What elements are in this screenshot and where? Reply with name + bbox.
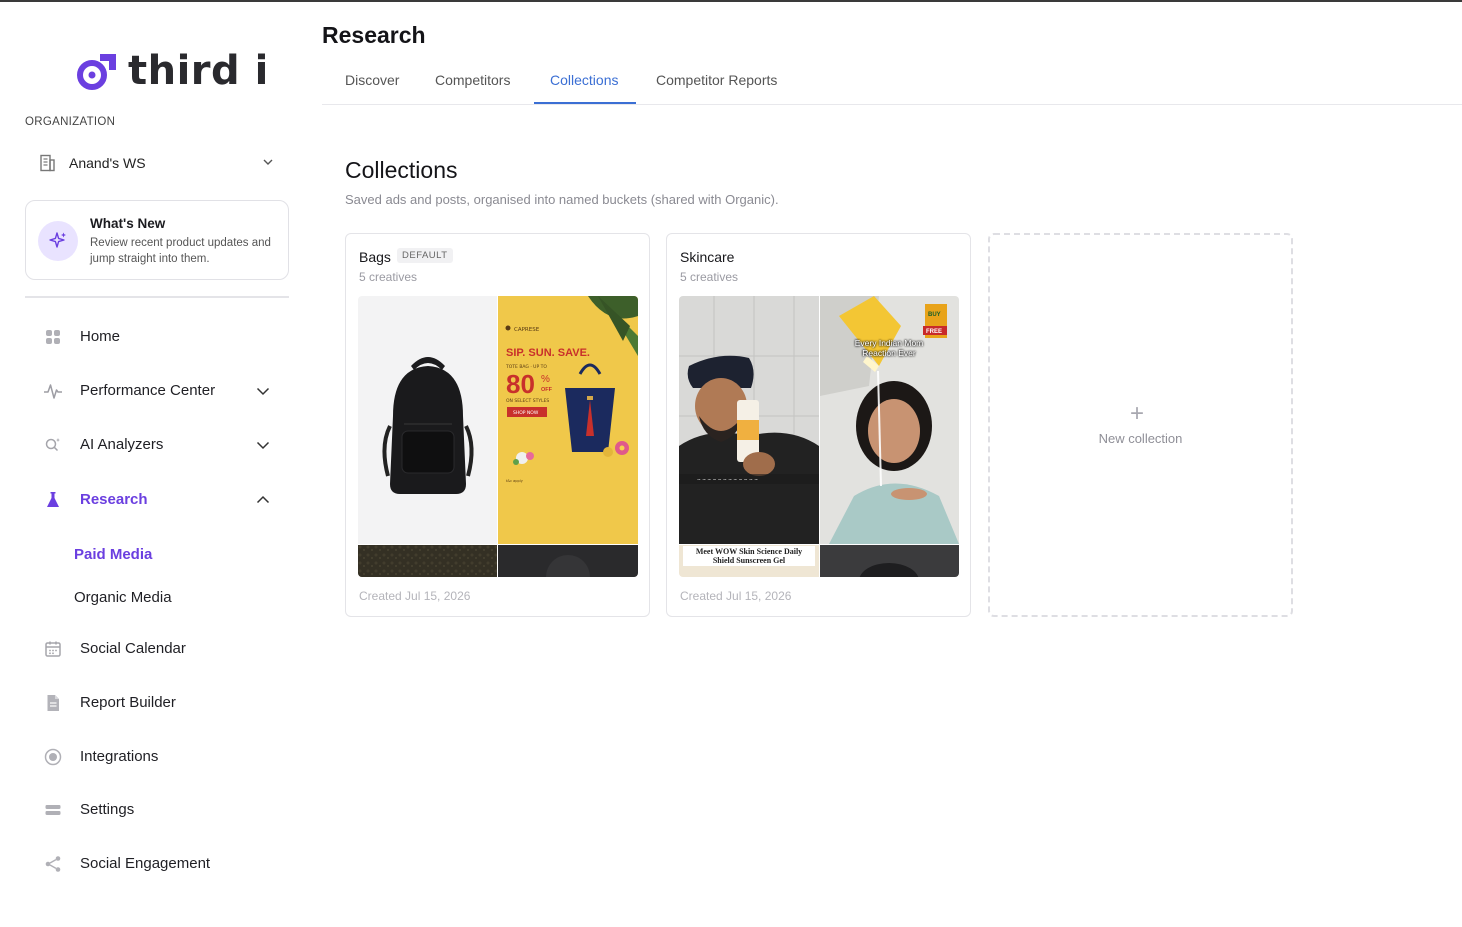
calendar-icon [45,641,61,657]
collection-card-bags[interactable]: Bags DEFAULT 5 creatives CAPRESE SIP. SU… [345,233,650,617]
skincare-thumbnail-grid: ~ ~ ~ ~ ~ ~ ~ ~ ~ ~ ~ ~ BUY FREE Every I… [679,296,959,577]
sidebar-item-label: Research [80,491,148,508]
product-caption-text: Meet WOW Skin Science Daily Shield Sunsc… [683,546,815,566]
flask-icon [47,492,59,507]
section-title: Collections [345,157,458,183]
sidebar: third i ORGANIZATION Anand's WS What's N… [0,2,310,927]
sidebar-item-research[interactable]: Research [25,479,289,519]
chevron-down-icon[interactable] [255,437,271,453]
document-icon [47,695,59,711]
tab-competitors[interactable]: Competitors [435,72,510,88]
collection-created-date: Created Jul 15, 2026 [359,589,471,603]
plus-icon: + [1130,400,1145,427]
tab-discover[interactable]: Discover [345,72,399,88]
sidebar-item-integrations[interactable]: Integrations [25,736,289,776]
grid-icon [46,330,60,344]
ad-cta-text: SHOP NOW [513,410,539,416]
new-collection-label: New collection [1098,431,1183,446]
active-tab-indicator [534,102,636,104]
ad-off-text: OFF [541,387,553,393]
sidebar-item-social-calendar[interactable]: Social Calendar [25,628,289,668]
tab-competitor-reports[interactable]: Competitor Reports [656,72,777,88]
whats-new-title: What's New [90,216,166,231]
new-collection-card[interactable]: + New collection [988,233,1293,617]
share-icon [45,856,61,872]
collection-count: 5 creatives [680,270,739,284]
collection-count: 5 creatives [359,270,418,284]
whats-new-description: Review recent product updates and jump s… [90,237,271,265]
target-icon [44,748,62,766]
organization-label: ORGANIZATION [25,116,116,128]
logo-mark-icon [77,54,116,90]
sidebar-item-ai-analyzers[interactable]: AI Analyzers [25,424,289,464]
logo[interactable]: third i [76,50,269,92]
collection-thumbnails: ~ ~ ~ ~ ~ ~ ~ ~ ~ ~ ~ ~ BUY FREE Every I… [679,296,959,577]
collection-name: Skincare [680,249,735,265]
chevron-up-icon[interactable] [255,492,271,508]
collection-card-skincare[interactable]: Skincare 5 creatives ~ ~ ~ ~ ~ ~ ~ ~ ~ ~… [666,233,971,617]
section-subtitle: Saved ads and posts, organised into name… [345,192,779,207]
building-icon [40,154,55,172]
video-caption-text: Every Indian Mom Reaction Ever [854,338,924,358]
sidebar-item-report-builder[interactable]: Report Builder [25,682,289,722]
sidebar-item-label: Performance Center [80,382,216,399]
sidebar-item-label: Settings [80,801,135,818]
tab-bar: Discover Competitors Collections Competi… [322,60,1462,105]
chevron-down-icon[interactable] [255,383,271,399]
page-title: Research [322,22,426,48]
pulse-icon [44,384,62,399]
sidebar-item-label: AI Analyzers [80,436,164,453]
ad-free-text: FREE [926,329,942,335]
chevron-down-icon [263,159,273,165]
ad-discount-text: 80 [506,369,535,399]
sidebar-subitem-paid-media[interactable]: Paid Media [74,546,152,563]
sidebar-item-label: Report Builder [80,694,176,711]
sidebar-item-settings[interactable]: Settings [25,789,289,829]
sparkle-icon [38,221,78,261]
ad-styles-text: ON SELECT STYLES [506,398,549,404]
ad-percent-symbol: % [541,374,550,385]
search-sparkle-icon [45,438,60,452]
sidebar-subitem-organic-media[interactable]: Organic Media [74,589,172,606]
settings-icon [45,805,61,815]
sidebar-item-home[interactable]: Home [25,316,289,356]
collection-created-date: Created Jul 15, 2026 [680,589,792,603]
ad-buy-text: BUY [928,312,941,318]
ad-fine-print: t&c apply [506,479,523,483]
ad-brand-text: CAPRESE [514,327,540,333]
sidebar-item-label: Social Engagement [80,855,211,872]
sidebar-item-label: Home [80,328,121,345]
sidebar-divider [25,296,289,298]
organization-name: Anand's WS [69,155,146,171]
default-badge: DEFAULT [397,248,453,263]
tab-collections[interactable]: Collections [550,72,618,88]
sidebar-item-label: Integrations [80,748,159,765]
sidebar-item-social-engagement[interactable]: Social Engagement [25,843,289,883]
video-subtitle-text: ~ ~ ~ ~ ~ ~ ~ ~ ~ ~ ~ ~ [697,478,758,483]
logo-text: third i [128,48,269,94]
sidebar-item-label: Social Calendar [80,640,186,657]
collection-thumbnails: CAPRESE SIP. SUN. SAVE. TOTE BAG · UP TO… [358,296,638,577]
whats-new-card[interactable]: What's New Review recent product updates… [25,200,289,280]
organization-selector[interactable]: Anand's WS [25,146,289,180]
sidebar-item-performance-center[interactable]: Performance Center [25,370,289,410]
collection-name: Bags [359,249,391,265]
ad-headline-text: SIP. SUN. SAVE. [506,347,590,359]
bags-thumbnail-grid: CAPRESE SIP. SUN. SAVE. TOTE BAG · UP TO… [358,296,638,577]
